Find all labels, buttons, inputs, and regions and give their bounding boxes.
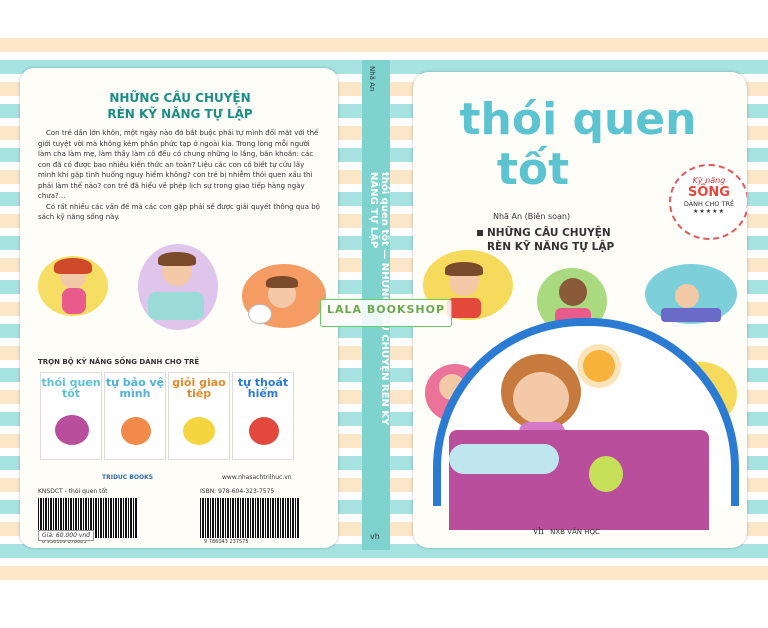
bullet-square-icon: [477, 230, 483, 236]
series-book-4: tự thoát hiểm: [232, 372, 294, 460]
series-book-1-title: thói quen tốt: [41, 376, 101, 400]
subtitle-line1: NHỮNG CÂU CHUYỆN: [487, 227, 611, 239]
publisher-name: NXB VĂN HỌC: [550, 528, 600, 536]
isbn-label: ISBN: 978-604-323-7575: [200, 488, 275, 495]
front-title-line2: tốt: [496, 144, 570, 195]
sun-icon: [583, 350, 615, 382]
teddy-bear-icon: [589, 456, 623, 492]
back-cover: NHỮNG CÂU CHUYỆN RÈN KỸ NĂNG TỰ LẬP Con …: [20, 68, 338, 548]
shop-watermark: LALA BOOKSHOP: [320, 299, 453, 327]
product-code: KNSDCT - thói quen tốt: [38, 488, 108, 495]
subtitle-line2: RÈN KỸ NĂNG TỰ LẬP: [487, 241, 615, 253]
front-cover: thói quen tốt Kỹ năng SỐNG DÀNH CHO TRẺ …: [413, 72, 747, 548]
barcode-right-digits: 9 786043 237575: [204, 539, 249, 545]
front-author: Nhã An (Biên soạn): [493, 212, 571, 221]
back-cover-title: NHỮNG CÂU CHUYỆN RÈN KỸ NĂNG TỰ LẬP: [50, 90, 310, 122]
publisher-website: www.nhasachtrilhuc.vn: [222, 474, 292, 481]
series-heading: TRỌN BỘ KỸ NĂNG SỐNG DÀNH CHO TRẺ: [38, 358, 200, 366]
pillow: [449, 444, 559, 474]
spine-publisher-mark: vh: [370, 532, 380, 541]
spine-author: Nhã An: [368, 66, 376, 92]
blurb-paragraph-1: Con trẻ dần lớn khôn, một ngày nào đó bắ…: [38, 129, 319, 200]
blurb-paragraph-2: Có rất nhiều các vấn đề mà các con gặp p…: [38, 202, 320, 222]
series-book-3: giỏi giao tiếp: [168, 372, 230, 460]
front-title-line1: thói quen: [459, 94, 697, 145]
badge-line1: Kỹ năng: [692, 176, 726, 185]
barcode-right: [200, 498, 300, 538]
series-book-4-title: tự thoát hiểm: [237, 376, 289, 400]
back-title-line2: RÈN KỸ NĂNG TỰ LẬP: [107, 107, 253, 121]
price-tag: Giá: 60.000 vnđ: [38, 530, 94, 541]
series-book-1: thói quen tốt: [40, 372, 102, 460]
back-title-line1: NHỮNG CÂU CHUYỆN: [109, 91, 251, 105]
badge-line3: DÀNH CHO TRẺ: [683, 200, 735, 208]
publisher-mark: vh: [533, 527, 544, 537]
front-subtitle: NHỮNG CÂU CHUYỆN RÈN KỸ NĂNG TỰ LẬP: [477, 226, 614, 254]
badge-line2: SỐNG: [688, 185, 730, 200]
front-publisher: vh NXB VĂN HỌC: [533, 527, 600, 537]
publisher-logo-text: TRIDUC BOOKS: [102, 474, 154, 481]
back-cover-blurb: Con trẻ dần lớn khôn, một ngày nào đó bắ…: [38, 128, 324, 223]
series-book-2: tự bảo vệ mình: [104, 372, 166, 460]
badge-stars: ★★★★★: [693, 208, 725, 215]
life-skills-badge: Kỹ năng SỐNG DÀNH CHO TRẺ ★★★★★: [669, 164, 747, 240]
series-book-3-title: giỏi giao tiếp: [172, 376, 226, 400]
series-book-2-title: tự bảo vệ mình: [105, 376, 165, 400]
